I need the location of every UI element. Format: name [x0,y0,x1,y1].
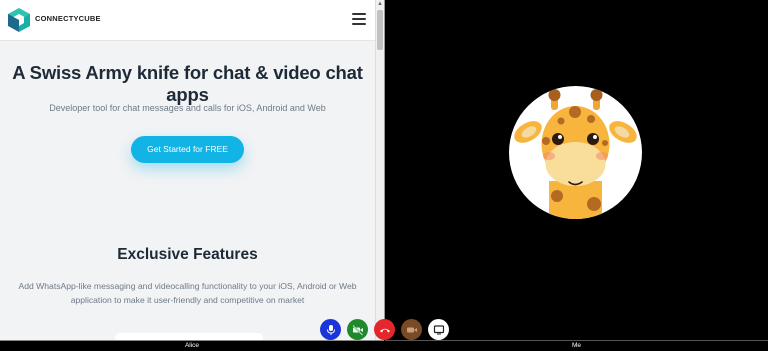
monitor-icon [433,324,444,334]
page-scrollbar[interactable]: ▲ [375,0,384,340]
feature-card [115,333,263,340]
connectycube-logo-icon [8,8,30,32]
scroll-up-arrow-icon[interactable]: ▲ [377,1,383,7]
scroll-thumb[interactable] [377,10,383,50]
shared-screen: CONNECTYCUBE ▲ A Swiss Army knife for ch… [0,0,385,340]
end-call-button[interactable] [374,319,395,340]
get-started-button[interactable]: Get Started for FREE [131,136,244,163]
features-description: Add WhatsApp-like messaging and videocal… [18,281,357,305]
participant-name-left: Alice [0,340,384,351]
giraffe-avatar [509,86,642,219]
video-toggle-button[interactable] [347,319,368,340]
site-header: CONNECTYCUBE [0,0,375,41]
microphone-icon [326,324,335,335]
hang-up-icon [379,328,390,332]
camera-icon [406,327,417,332]
hero-subtitle: Developer tool for chat messages and cal… [49,103,326,113]
screen-share-button[interactable] [428,319,449,340]
brand-name: CONNECTYCUBE [35,14,101,23]
features-title: Exclusive Features [117,246,258,263]
participant-name-right: Me [385,340,768,351]
switch-camera-button[interactable] [401,319,422,340]
hamburger-menu-icon[interactable] [352,13,366,25]
video-off-icon [351,324,363,336]
microphone-button[interactable] [320,319,341,340]
hero-title: A Swiss Army knife for chat & video chat… [12,62,363,105]
